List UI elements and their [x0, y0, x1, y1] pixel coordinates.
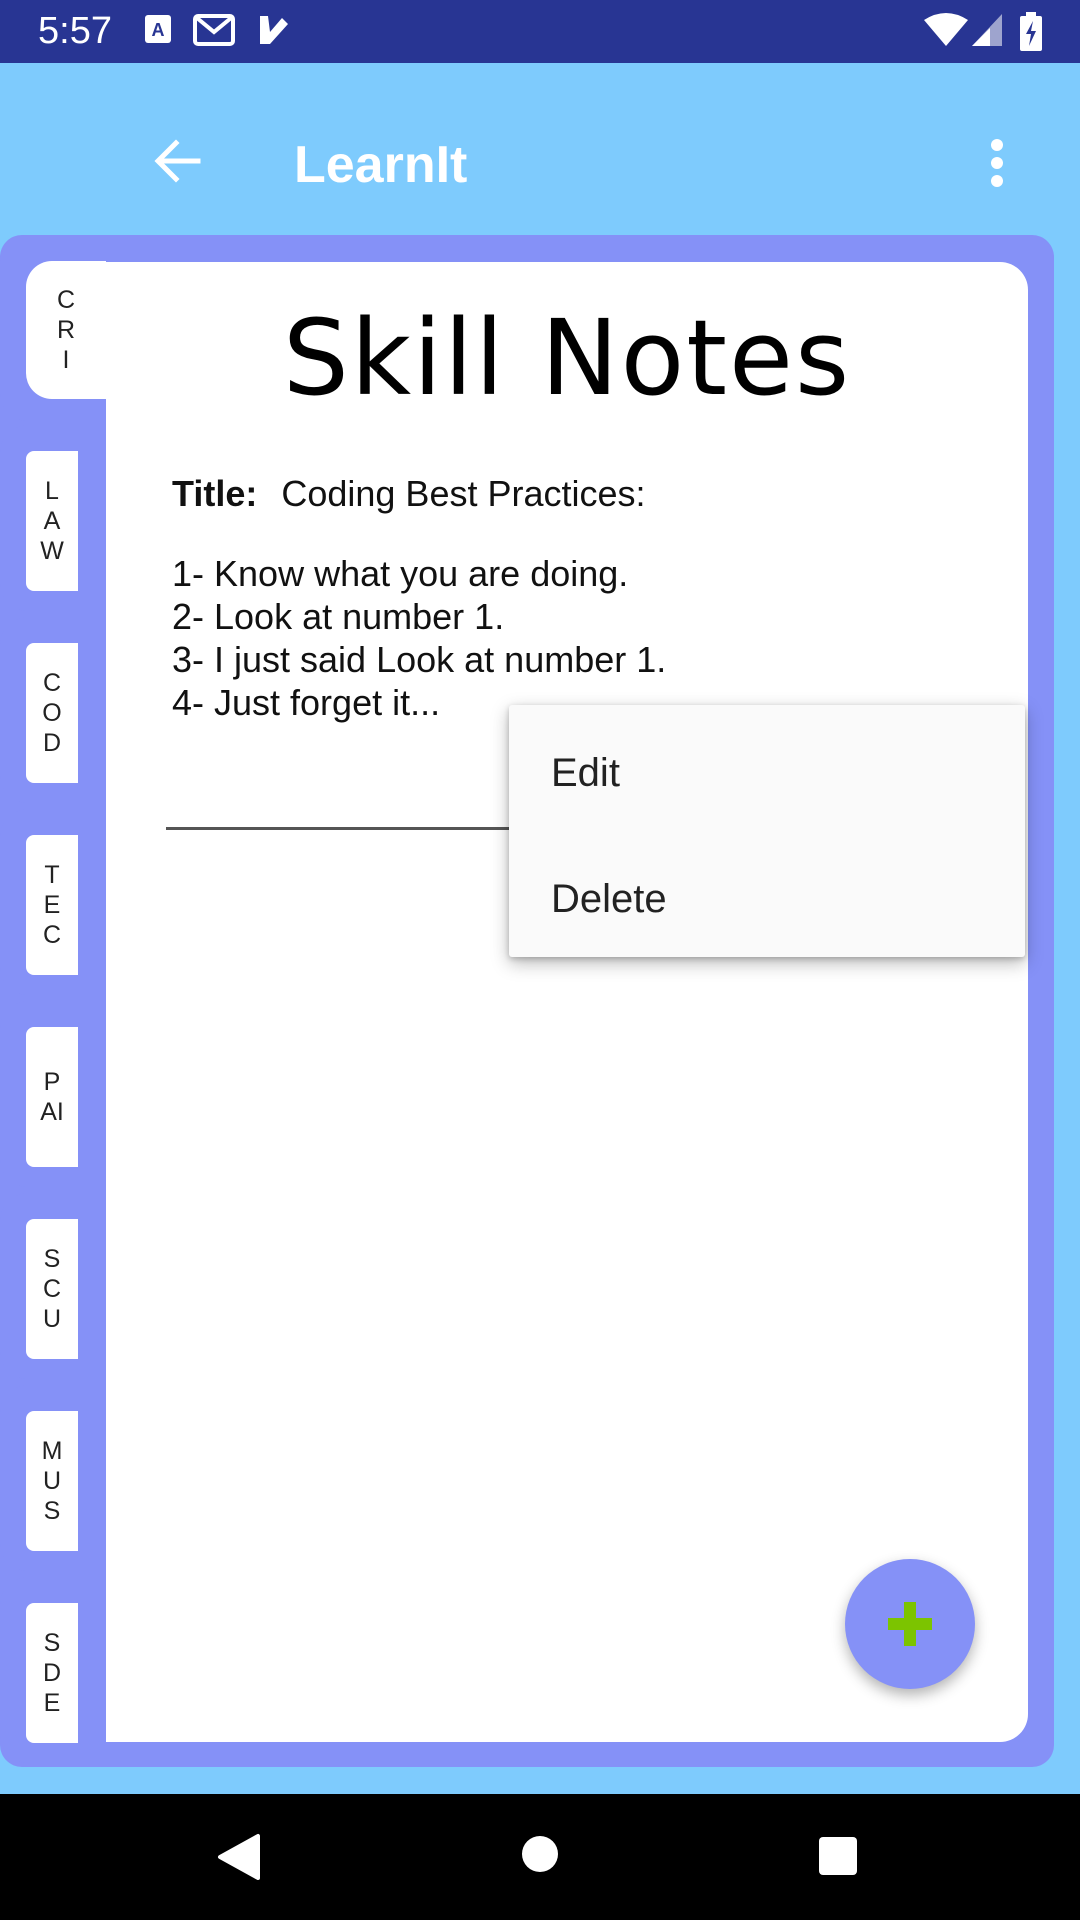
- note-line: 1- Know what you are doing.: [172, 553, 629, 594]
- tab-outer-7: MUS: [0, 1385, 106, 1571]
- tab-label: PAI: [40, 1068, 64, 1126]
- note-title-value: Coding Best Practices:: [281, 473, 646, 514]
- tab-outer-5: PAI: [0, 1001, 106, 1187]
- back-triangle-icon[interactable]: [214, 1832, 262, 1882]
- note-line: 2- Look at number 1.: [172, 596, 505, 637]
- status-time: 5:57: [38, 10, 112, 52]
- menu-item-delete[interactable]: Delete: [551, 875, 667, 923]
- tab-outer-8: SDE: [0, 1577, 106, 1763]
- overflow-menu-icon[interactable]: [975, 133, 1019, 193]
- plus-icon: [888, 1602, 932, 1646]
- tab-label: LAW: [40, 477, 64, 565]
- status-bar: 5:57 A: [0, 0, 1080, 63]
- app-bar: LearnIt: [0, 63, 1080, 235]
- add-note-button[interactable]: [845, 1559, 975, 1689]
- tab-label: COD: [42, 669, 62, 757]
- wifi-icon: [924, 13, 968, 46]
- tab-outer-3: COD: [0, 617, 106, 803]
- tab-sde[interactable]: SDE: [26, 1603, 78, 1743]
- gmail-icon: [193, 14, 235, 46]
- note-card: Skill Notes Title: Coding Best Practices:…: [106, 262, 1028, 1742]
- checkmark-icon: [260, 16, 288, 44]
- tab-label: SCU: [42, 1245, 62, 1333]
- note-title-row: Title: Coding Best Practices:: [172, 472, 646, 516]
- context-menu: Edit Delete: [509, 705, 1025, 957]
- tab-mus[interactable]: MUS: [26, 1411, 78, 1551]
- battery-icon: [1020, 12, 1042, 51]
- note-divider: [166, 827, 522, 830]
- tab-outer-1: CRI: [0, 235, 106, 421]
- tab-scu[interactable]: SCU: [26, 1219, 78, 1359]
- tab-pai[interactable]: PAI: [26, 1027, 78, 1167]
- tab-outer-4: TEC: [0, 809, 106, 995]
- signal-icon: [972, 14, 1002, 46]
- tab-cod[interactable]: COD: [26, 643, 78, 783]
- back-arrow-icon[interactable]: [148, 131, 208, 191]
- svg-text:A: A: [152, 20, 165, 40]
- tab-label: CRI: [56, 286, 76, 374]
- note-title-label: Title:: [172, 473, 258, 514]
- tab-outer-2: LAW: [0, 425, 106, 611]
- note-line: 3- I just said Look at number 1.: [172, 639, 667, 680]
- app-title: LearnIt: [294, 136, 468, 194]
- page-title: Skill Notes: [282, 297, 852, 419]
- home-circle-icon[interactable]: [520, 1834, 560, 1874]
- tab-label: SDE: [42, 1629, 62, 1717]
- text-a-icon: A: [145, 15, 171, 43]
- note-body: 1- Know what you are doing. 2- Look at n…: [172, 552, 666, 724]
- navigation-bar: [0, 1794, 1080, 1920]
- tab-label: TEC: [42, 861, 62, 949]
- tab-label: MUS: [41, 1437, 63, 1525]
- tab-outer-6: SCU: [0, 1193, 106, 1379]
- tab-law[interactable]: LAW: [26, 451, 78, 591]
- tab-tec[interactable]: TEC: [26, 835, 78, 975]
- recents-square-icon[interactable]: [818, 1836, 858, 1876]
- menu-item-edit[interactable]: Edit: [551, 749, 620, 797]
- tab-cri[interactable]: CRI: [26, 261, 106, 399]
